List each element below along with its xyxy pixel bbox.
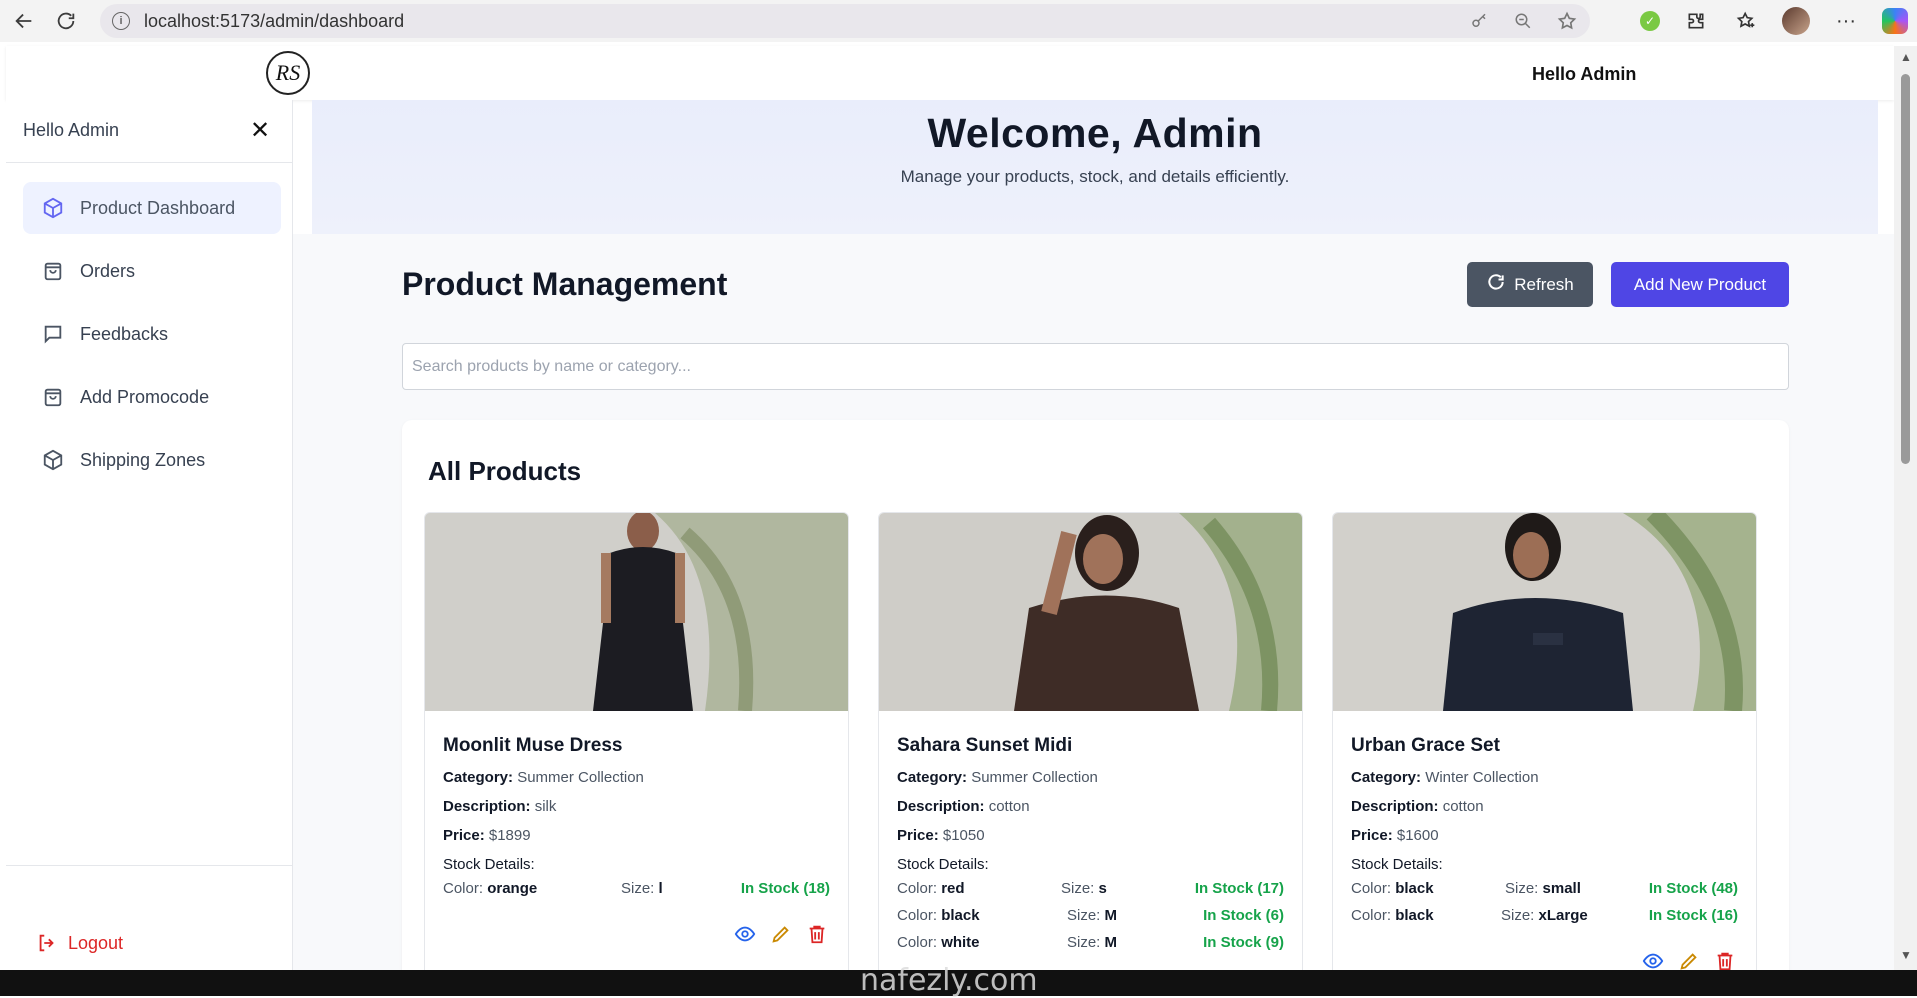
- product-image: [425, 513, 848, 711]
- product-price: Price: $1050: [897, 827, 985, 844]
- scroll-thumb[interactable]: [1901, 74, 1910, 464]
- edit-icon[interactable]: [770, 923, 792, 945]
- search-input[interactable]: [402, 343, 1789, 390]
- sidebar-item-shipping-zones[interactable]: Shipping Zones: [23, 434, 281, 486]
- product-image: [879, 513, 1302, 711]
- sidebar-item-label: Add Promocode: [80, 386, 210, 407]
- profile-avatar[interactable]: [1782, 7, 1810, 35]
- product-image: [1333, 513, 1756, 711]
- logout-icon: [36, 932, 58, 954]
- stock-status: In Stock (9): [1203, 934, 1284, 951]
- page-scrollbar[interactable]: ▲ ▼: [1894, 46, 1917, 970]
- refresh-label: Refresh: [1514, 274, 1574, 294]
- product-name: Sahara Sunset Midi: [897, 735, 1073, 756]
- logout-label: Logout: [68, 932, 124, 953]
- product-category: Category: Summer Collection: [443, 769, 644, 786]
- product-card: Urban Grace Set Category: Winter Collect…: [1332, 512, 1757, 992]
- sidebar-item-label: Orders: [80, 260, 136, 281]
- logout-button[interactable]: Logout: [36, 932, 123, 954]
- address-bar[interactable]: i localhost:5173/admin/dashboard: [100, 4, 1590, 38]
- shopping-bag-icon: [42, 260, 64, 282]
- url-text[interactable]: localhost:5173/admin/dashboard: [144, 11, 404, 32]
- stock-row: Color: red Size: s In Stock (17): [897, 880, 1284, 897]
- message-icon: [42, 323, 64, 345]
- back-icon[interactable]: [6, 3, 42, 39]
- trash-icon[interactable]: [806, 923, 828, 945]
- sidebar-item-product-dashboard[interactable]: Product Dashboard: [23, 182, 281, 234]
- product-price: Price: $1600: [1351, 827, 1439, 844]
- sidebar-footer: Logout: [6, 865, 293, 970]
- product-card: Moonlit Muse Dress Category: Summer Coll…: [424, 512, 849, 992]
- refresh-button[interactable]: Refresh: [1467, 262, 1593, 307]
- welcome-banner: Welcome, Admin Manage your products, sto…: [312, 100, 1878, 234]
- sidebar-item-orders[interactable]: Orders: [23, 245, 281, 297]
- close-icon[interactable]: ✕: [244, 114, 276, 146]
- add-new-product-button[interactable]: Add New Product: [1611, 262, 1789, 307]
- refresh-icon: [1486, 272, 1506, 297]
- sidebar-item-add-promocode[interactable]: Add Promocode: [23, 371, 281, 423]
- product-description: Description: silk: [443, 798, 557, 815]
- sidebar-item-label: Product Dashboard: [80, 197, 236, 218]
- welcome-title: Welcome, Admin: [927, 110, 1263, 156]
- sidebar-menu: Product Dashboard Orders Feedbacks Add P…: [23, 182, 281, 497]
- sidebar-item-feedbacks[interactable]: Feedbacks: [23, 308, 281, 360]
- zoom-icon[interactable]: [1512, 10, 1534, 32]
- product-description: Description: cotton: [897, 798, 1030, 815]
- stock-status: In Stock (18): [740, 880, 830, 897]
- puzzle-icon[interactable]: [1682, 7, 1710, 35]
- welcome-subtitle: Manage your products, stock, and details…: [900, 167, 1290, 186]
- product-name: Moonlit Muse Dress: [443, 735, 623, 756]
- stock-status: In Stock (17): [1194, 880, 1284, 897]
- browser-toolbar: i localhost:5173/admin/dashboard ✓ ···: [0, 0, 1917, 42]
- eye-icon[interactable]: [734, 923, 756, 945]
- product-card: Sahara Sunset Midi Category: Summer Coll…: [878, 512, 1303, 992]
- copilot-icon[interactable]: [1882, 8, 1908, 34]
- favorites-icon[interactable]: [1732, 7, 1760, 35]
- stock-row: Color: orange Size: l In Stock (18): [443, 880, 830, 897]
- sidebar: Hello Admin ✕ Product Dashboard Orders F…: [6, 100, 293, 970]
- more-icon[interactable]: ···: [1832, 7, 1860, 35]
- product-category: Category: Summer Collection: [897, 769, 1098, 786]
- stock-details-label: Stock Details:: [1351, 856, 1443, 873]
- edit-icon[interactable]: [1678, 950, 1700, 972]
- stock-row: Color: black Size: xLarge In Stock (16): [1351, 907, 1738, 924]
- product-price: Price: $1899: [443, 827, 531, 844]
- main-content: Product Management Refresh Add New Produ…: [293, 234, 1894, 992]
- stock-row: Color: black Size: M In Stock (6): [897, 907, 1284, 924]
- eye-icon[interactable]: [1642, 950, 1664, 972]
- products-panel: All Products Moonlit Muse Dress Category…: [402, 420, 1789, 992]
- key-icon[interactable]: [1468, 10, 1490, 32]
- cube-icon: [42, 449, 64, 471]
- scroll-up-icon[interactable]: ▲: [1900, 50, 1912, 64]
- extension-icon[interactable]: ✓: [1640, 11, 1660, 31]
- stock-row: Color: white Size: M In Stock (9): [897, 934, 1284, 951]
- app-header: RS Hello Admin: [6, 46, 1894, 100]
- watermark: nafezly.com: [860, 963, 1038, 998]
- sidebar-item-label: Feedbacks: [80, 323, 169, 344]
- product-name: Urban Grace Set: [1351, 735, 1500, 756]
- scroll-down-icon[interactable]: ▼: [1900, 948, 1912, 962]
- trash-icon[interactable]: [1714, 950, 1736, 972]
- stock-details-label: Stock Details:: [443, 856, 535, 873]
- stock-status: In Stock (48): [1648, 880, 1738, 897]
- shopping-bag-icon: [42, 386, 64, 408]
- logo[interactable]: RS: [266, 51, 310, 95]
- header-greeting: Hello Admin: [1532, 64, 1637, 84]
- page-title: Product Management: [402, 266, 728, 302]
- sidebar-item-label: Shipping Zones: [80, 449, 206, 470]
- stock-status: In Stock (16): [1648, 907, 1738, 924]
- product-category: Category: Winter Collection: [1351, 769, 1539, 786]
- stock-row: Color: black Size: small In Stock (48): [1351, 880, 1738, 897]
- product-description: Description: cotton: [1351, 798, 1484, 815]
- stock-status: In Stock (6): [1203, 907, 1284, 924]
- sidebar-header: Hello Admin ✕: [6, 100, 293, 163]
- cube-icon: [42, 197, 64, 219]
- star-icon[interactable]: [1556, 10, 1578, 32]
- sidebar-greeting: Hello Admin: [23, 120, 120, 140]
- info-icon[interactable]: i: [112, 12, 130, 30]
- panel-title: All Products: [428, 456, 582, 486]
- stock-details-label: Stock Details:: [897, 856, 989, 873]
- reload-icon[interactable]: [48, 3, 84, 39]
